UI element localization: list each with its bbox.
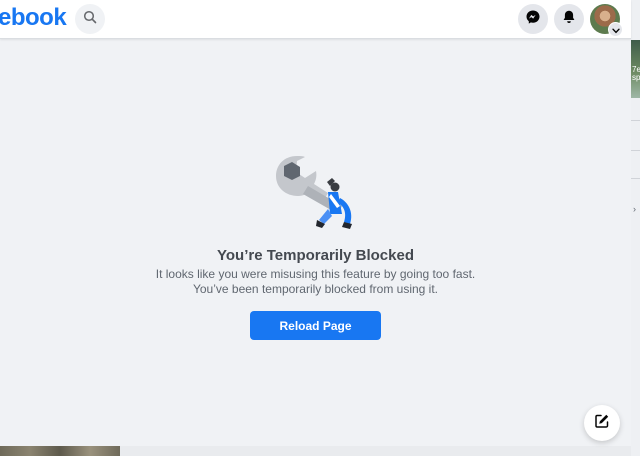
facebook-logo[interactable]: ebook [0, 4, 67, 32]
blocked-title: You’re Temporarily Blocked [217, 247, 414, 264]
background-feed-strip [0, 446, 640, 456]
compose-icon [594, 413, 610, 434]
notifications-button[interactable] [554, 4, 584, 34]
new-message-button[interactable] [584, 405, 620, 441]
divider [631, 120, 640, 121]
background-page-edge: 7e sp › [631, 0, 640, 456]
divider [631, 178, 640, 179]
reload-page-button[interactable]: Reload Page [250, 311, 381, 340]
chevron-right-icon: › [633, 204, 636, 214]
blocked-dialog: ebook You’re Temporarily Blocked It look… [0, 0, 631, 446]
background-photo [0, 446, 120, 456]
account-menu-button[interactable] [608, 22, 623, 37]
search-button[interactable] [75, 4, 105, 34]
top-navigation-bar: ebook [0, 0, 631, 39]
blocked-description: It looks like you were misusing this fea… [0, 267, 631, 297]
background-partial-text: 7e sp [632, 65, 640, 82]
messenger-icon [525, 9, 541, 30]
divider [631, 150, 640, 151]
chevron-down-icon [611, 21, 620, 39]
description-line-1: It looks like you were misusing this fea… [155, 267, 476, 281]
bell-icon [561, 9, 577, 30]
description-line-2: You’ve been temporarily blocked from usi… [192, 282, 439, 296]
search-icon [83, 10, 97, 29]
messenger-button[interactable] [518, 4, 548, 34]
wrench-mechanic-illustration [272, 154, 362, 239]
